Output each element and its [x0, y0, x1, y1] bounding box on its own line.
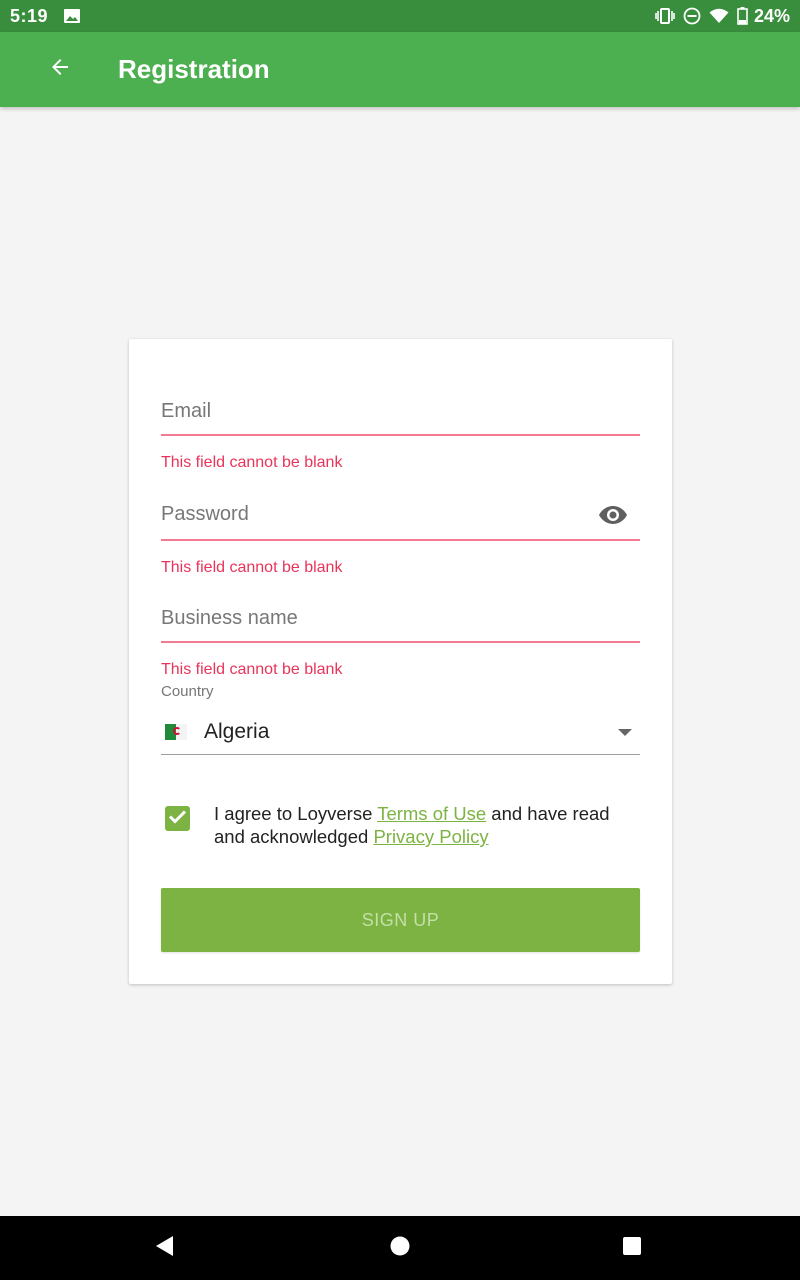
sign-up-button[interactable]: SIGN UP [161, 888, 640, 952]
agreement-checkbox[interactable] [165, 806, 190, 831]
country-select[interactable]: Algeria [161, 711, 640, 753]
password-underline [161, 539, 640, 541]
country-label: Country [161, 683, 214, 700]
country-value: Algeria [204, 720, 270, 743]
email-error-text: This field cannot be blank [161, 454, 343, 471]
password-field[interactable] [161, 494, 591, 534]
eye-icon [598, 505, 628, 530]
do-not-disturb-icon [683, 7, 701, 25]
status-time: 5:19 [10, 5, 49, 26]
password-visibility-toggle[interactable] [597, 505, 629, 529]
system-navigation-bar [0, 1216, 800, 1280]
country-underline [161, 754, 640, 755]
business-name-error-text: This field cannot be blank [161, 661, 343, 678]
business-name-field[interactable] [161, 598, 640, 638]
password-error-text: This field cannot be blank [161, 559, 343, 576]
nav-back-button[interactable] [145, 1228, 185, 1268]
image-notification-icon [64, 9, 81, 23]
email-field[interactable] [161, 391, 640, 431]
nav-back-icon [154, 1235, 176, 1262]
status-bar: 5:19 24% [0, 0, 800, 32]
dropdown-arrow-icon [618, 728, 632, 736]
checkmark-icon [168, 809, 187, 829]
arrow-back-icon [48, 55, 72, 84]
algeria-flag-icon [165, 724, 187, 740]
agreement-text: I agree to Loyverse Terms of Use and hav… [214, 802, 625, 848]
status-icons: 24% [655, 6, 790, 27]
nav-recents-icon [622, 1236, 642, 1261]
terms-of-use-link[interactable]: Terms of Use [377, 803, 486, 824]
email-underline [161, 434, 640, 436]
agreement-text-before: I agree to Loyverse [214, 803, 378, 824]
battery-icon [737, 7, 748, 25]
back-button[interactable] [32, 42, 88, 98]
app-bar: Registration [0, 32, 800, 107]
agreement-row: I agree to Loyverse Terms of Use and hav… [165, 802, 625, 848]
battery-percentage: 24% [753, 5, 790, 26]
nav-recents-button[interactable] [612, 1228, 652, 1268]
wifi-icon [709, 8, 729, 24]
email-field-container [161, 391, 640, 431]
registration-card: This field cannot be blank This field ca… [129, 339, 672, 984]
nav-home-button[interactable] [380, 1228, 420, 1268]
privacy-policy-link[interactable]: Privacy Policy [373, 826, 488, 847]
password-field-container [161, 494, 591, 534]
business-name-underline [161, 641, 640, 643]
business-name-field-container [161, 598, 640, 638]
page-title: Registration [118, 54, 270, 84]
vibrate-icon [655, 8, 675, 24]
nav-home-icon [389, 1235, 411, 1262]
